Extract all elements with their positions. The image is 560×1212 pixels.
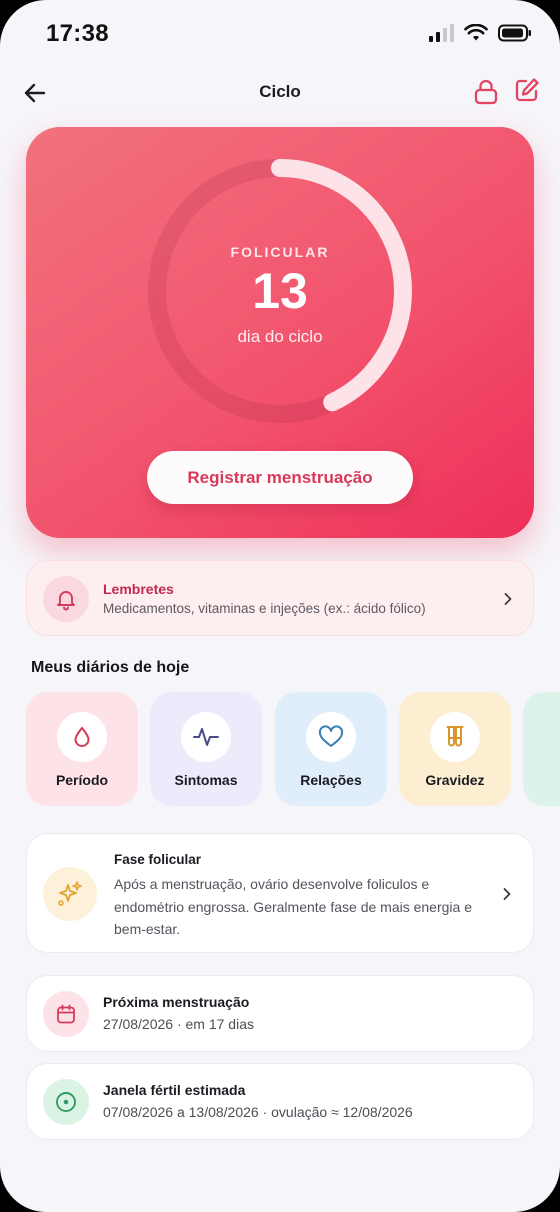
fertile-window-title: Janela fértil estimada (103, 1082, 246, 1098)
heart-icon (318, 725, 344, 747)
target-icon (56, 1092, 76, 1112)
diary-period[interactable]: Período (26, 692, 138, 806)
fertile-window-card: Janela fértil estimada 07/08/2026 a 13/0… (26, 1063, 534, 1140)
status-time: 17:38 (46, 20, 109, 47)
battery-icon (498, 24, 531, 42)
next-period-date: 27/08/2026 · em 17 dias (103, 1016, 254, 1032)
next-period-card: Próxima menstruação 27/08/2026 · em 17 d… (26, 975, 534, 1052)
lock-icon (474, 79, 498, 105)
cycle-day-caption: dia do ciclo (237, 327, 323, 346)
fertile-window-icon-circle (43, 1079, 89, 1125)
phase-card-description: Após a menstruação, ovário desenvolve fo… (114, 876, 472, 937)
reminders-card[interactable]: Lembretes Medicamentos, vitaminas e inje… (26, 560, 534, 636)
reminders-subtitle: Medicamentos, vitaminas e injeções (ex.:… (103, 601, 426, 616)
diary-label: Relações (300, 772, 362, 788)
pulse-icon (193, 728, 219, 746)
register-period-button[interactable]: Registrar menstruação (147, 451, 413, 504)
chevron-right-icon (503, 888, 511, 900)
signal-icon (429, 24, 454, 42)
bell-icon (57, 591, 75, 611)
diary-label: Sintomas (174, 772, 238, 788)
chevron-right-icon (504, 593, 512, 605)
phase-info-card[interactable]: Fase folicular Após a menstruação, ovári… (26, 833, 534, 953)
next-period-title: Próxima menstruação (103, 994, 250, 1010)
next-period-icon-circle (43, 991, 89, 1037)
reminders-title: Lembretes (103, 581, 174, 597)
diary-icon-circle (306, 712, 356, 762)
cycle-phase-label: FOLICULAR (230, 244, 330, 260)
lock-button[interactable] (472, 78, 500, 106)
edit-button[interactable] (513, 76, 541, 104)
diary-icon-circle (57, 712, 107, 762)
status-icons (429, 24, 532, 42)
wifi-icon (464, 24, 488, 41)
diary-pregnancy[interactable]: Gravidez (399, 692, 511, 806)
cycle-day-number: 13 (252, 263, 308, 319)
test-tubes-icon (446, 726, 464, 747)
diary-icon-circle (181, 712, 231, 762)
reminders-icon-circle (43, 576, 89, 622)
app-screen: 17:38 Ciclo FOLICULAR 13 dia do ciclo Re… (0, 0, 560, 1212)
phase-card-title: Fase folicular (114, 852, 202, 867)
diary-label: Período (55, 772, 109, 788)
diary-more[interactable] (523, 692, 560, 806)
calendar-icon (57, 1004, 75, 1024)
diary-label: Gravidez (425, 772, 485, 788)
diaries-carousel[interactable]: Período Sintomas Relações Gravidez (26, 692, 560, 806)
status-bar: 17:38 (0, 0, 560, 64)
sparkles-icon (58, 881, 82, 906)
cycle-hero-card: FOLICULAR 13 dia do ciclo Registrar mens… (26, 127, 534, 538)
edit-icon (515, 78, 539, 102)
top-header: Ciclo (0, 70, 560, 114)
fertile-window-dates: 07/08/2026 a 13/08/2026 · ovulação ≈ 12/… (103, 1104, 413, 1120)
phase-icon-circle (43, 867, 97, 921)
diary-icon-circle (430, 712, 480, 762)
drop-icon (74, 726, 90, 747)
diary-relations[interactable]: Relações (275, 692, 387, 806)
diary-symptoms[interactable]: Sintomas (150, 692, 262, 806)
diaries-section-title: Meus diários de hoje (31, 659, 190, 676)
